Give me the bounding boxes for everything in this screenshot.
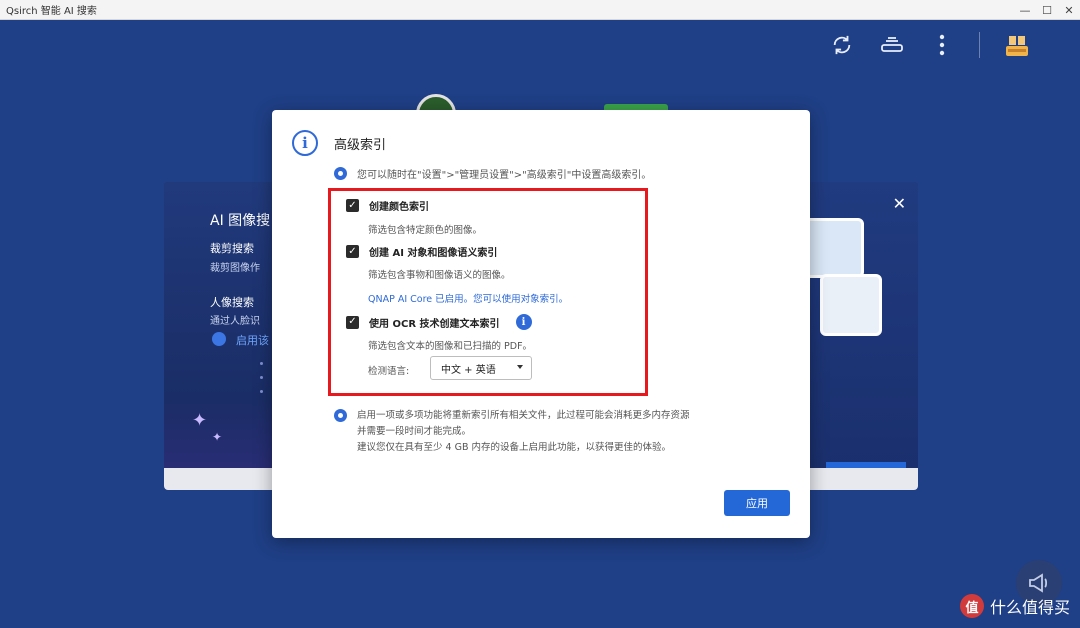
dialog-header: i 高级索引 bbox=[292, 130, 386, 156]
panel-item-desc: 通过人脸识 bbox=[210, 316, 260, 327]
language-value: 中文 + 英语 bbox=[441, 364, 496, 376]
panel-item-title: 裁剪搜索 bbox=[210, 242, 254, 255]
panel-close-icon[interactable]: ✕ bbox=[893, 194, 906, 213]
option-desc: 筛选包含事物和图像语义的图像。 bbox=[368, 270, 511, 281]
panel-heading: AI 图像搜 bbox=[210, 213, 271, 229]
sparkle-icon: ✦ bbox=[192, 410, 208, 431]
location-pin-icon bbox=[334, 167, 347, 180]
location-pin-icon bbox=[334, 409, 347, 422]
option-label: 创建颜色索引 bbox=[369, 202, 429, 213]
maximize-icon[interactable]: ☐ bbox=[1040, 3, 1054, 17]
chevron-down-icon bbox=[517, 365, 523, 369]
panel-item-desc: 裁剪图像作 bbox=[210, 263, 260, 274]
window-title: Qsirch 智能 AI 搜索 bbox=[6, 6, 97, 17]
notice-line: 启用一项或多项功能将重新索引所有相关文件，此过程可能会消耗更多内存资源 bbox=[357, 410, 690, 421]
drive-icon[interactable] bbox=[879, 32, 905, 58]
notice-line: 建议您仅在具有至少 4 GB 内存的设备上启用此功能，以获得更佳的体验。 bbox=[357, 442, 671, 453]
watermark-badge: 值 bbox=[959, 594, 984, 618]
option-label: 使用 OCR 技术创建文本索引 bbox=[369, 318, 500, 330]
window-controls: — ☐ ✕ bbox=[1018, 0, 1076, 20]
dialog-title: 高级索引 bbox=[334, 137, 387, 153]
watermark-text: 什么值得买 bbox=[989, 598, 1070, 617]
top-toolbar bbox=[829, 32, 1030, 58]
panel-item-title: 人像搜索 bbox=[210, 296, 254, 309]
language-select[interactable]: 中文 + 英语 bbox=[430, 356, 532, 380]
reindex-notice: 启用一项或多项功能将重新索引所有相关文件，此过程可能会消耗更多内存资源 并需要一… bbox=[334, 408, 797, 456]
language-label: 检测语言: bbox=[368, 366, 410, 377]
minimize-icon[interactable]: — bbox=[1018, 3, 1032, 17]
option-color-index[interactable]: ✓ 创建颜色索引 bbox=[346, 198, 429, 213]
more-vert-icon[interactable] bbox=[929, 32, 955, 58]
decor-dot bbox=[260, 390, 263, 393]
option-desc: 筛选包含文本的图像和已扫描的 PDF。 bbox=[368, 341, 533, 352]
option-label: 创建 AI 对象和图像语义索引 bbox=[369, 248, 498, 259]
avatar-image bbox=[804, 218, 864, 278]
sparkle-icon: ✦ bbox=[212, 430, 223, 444]
notice-text: 启用一项或多项功能将重新索引所有相关文件，此过程可能会消耗更多内存资源 并需要一… bbox=[357, 408, 797, 456]
decor-dot bbox=[260, 376, 263, 379]
close-icon[interactable]: ✕ bbox=[1062, 3, 1076, 17]
refresh-icon[interactable] bbox=[829, 32, 855, 58]
settings-hint: 您可以随时在"设置">"管理员设置">"高级索引"中设置高级索引。 bbox=[334, 166, 651, 181]
hint-text: 您可以随时在"设置">"管理员设置">"高级索引"中设置高级索引。 bbox=[357, 170, 652, 181]
option-desc: 筛选包含特定颜色的图像。 bbox=[368, 225, 483, 236]
option-ai-object-index[interactable]: ✓ 创建 AI 对象和图像语义索引 bbox=[346, 244, 497, 259]
apply-button[interactable]: 应用 bbox=[724, 490, 790, 516]
ocr-info-icon[interactable]: i bbox=[515, 314, 532, 330]
window-titlebar: Qsirch 智能 AI 搜索 — ☐ ✕ bbox=[0, 0, 1080, 20]
checkbox-checked-icon[interactable]: ✓ bbox=[346, 199, 359, 212]
decor-dot bbox=[260, 362, 263, 365]
checkbox-checked-icon[interactable]: ✓ bbox=[346, 315, 359, 329]
toolbar-divider bbox=[979, 32, 980, 58]
watermark: 值 什么值得买 bbox=[959, 594, 1070, 618]
dog-image bbox=[820, 274, 882, 336]
panel-enable-link[interactable]: 启用该 bbox=[236, 332, 269, 348]
option-ocr-index[interactable]: ✓ 使用 OCR 技术创建文本索引 i bbox=[346, 314, 532, 330]
info-icon: i bbox=[292, 130, 318, 156]
user-avatar-icon[interactable] bbox=[1004, 32, 1030, 58]
checkbox-checked-icon[interactable]: ✓ bbox=[346, 245, 359, 258]
notice-line: 并需要一段时间才能完成。 bbox=[357, 426, 472, 437]
ai-core-note: QNAP AI Core 已启用。您可以使用对象索引。 bbox=[368, 294, 569, 305]
advanced-index-dialog: i 高级索引 您可以随时在"设置">"管理员设置">"高级索引"中设置高级索引。… bbox=[272, 110, 810, 538]
link-icon bbox=[212, 332, 226, 346]
